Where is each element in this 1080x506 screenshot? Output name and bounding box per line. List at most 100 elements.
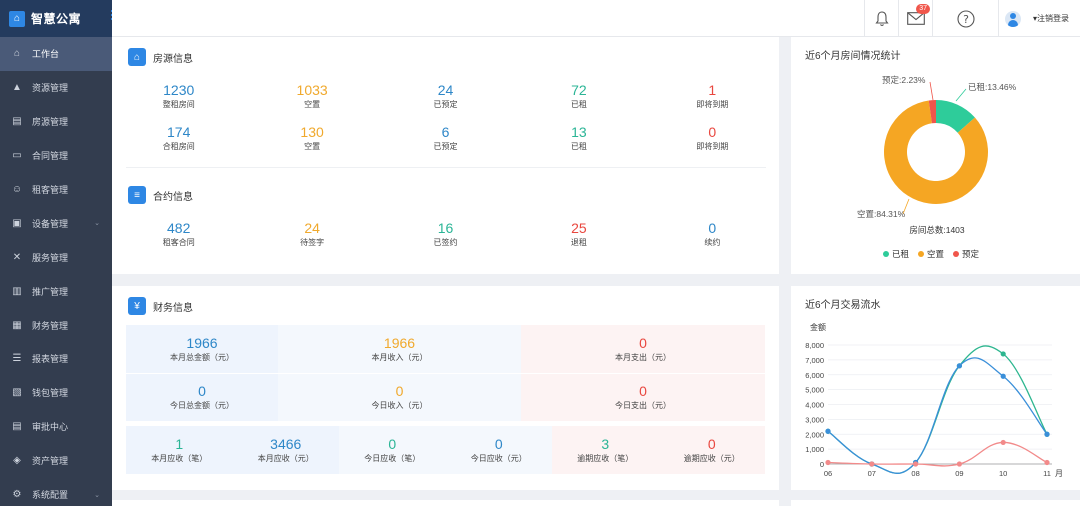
stat-value: 0 [494,436,503,452]
sidebar-item[interactable]: ▥ 推广管理 [0,274,112,308]
data-point[interactable] [1044,431,1050,437]
data-point[interactable] [1000,351,1006,357]
stat-value: 1033 [296,82,328,98]
y-tick-label: 4,000 [805,401,824,410]
sidebar-item[interactable]: ▤ 房源管理 [0,105,112,139]
stat-item[interactable]: 3466 本月应收（元） [233,436,340,465]
data-point[interactable] [869,461,875,467]
legend-marker [883,251,889,257]
stat-item[interactable]: 13 已租 [512,124,645,153]
stat-label: 逾期应收（元） [683,454,740,463]
stat-item[interactable]: 0 续约 [646,220,779,249]
sidebar-item[interactable]: ▲ 资源管理 [0,71,112,105]
sidebar-item[interactable]: ◈ 资产管理 [0,444,112,478]
housing-title: 房源信息 [153,53,193,65]
stat-value: 0 [708,124,717,140]
stat-item[interactable]: 1230 整租房间 [112,82,245,111]
sidebar-item[interactable]: ▣ 设备管理 ⌄ [0,206,112,240]
help-icon: ? [956,9,975,28]
home-outline-icon: ⌂ [13,48,21,60]
stat-item[interactable]: 0 逾期应收（元） [659,436,766,465]
receivables-row: 1 本月应收（笔） 3466 本月应收（元） 0 今日应收（笔） 0 今日应收（元） 3 逾期应收… [126,436,765,465]
stat-value: 24 [437,82,454,98]
housing-card: ⌂ 房源信息 1230 整租房间 1033 空置 24 已预定 72 已租 1 即将到期 174 合… [112,37,779,274]
finance-card: ¥ 财务信息 1966 本月总金额（元） 1966 本月收入（元） 0 本月支出… [112,286,779,490]
sidebar-item-label: 系统配置 [32,490,69,501]
chart-icon: ▥ [12,285,22,297]
legend-label[interactable]: 已租 [892,249,910,259]
brand[interactable]: ⌂ 智慧公寓 [0,0,112,37]
sidebar-item-label: 合同管理 [32,151,69,162]
housing-row-whole: 1230 整租房间 1033 空置 24 已预定 72 已租 1 即将到期 [112,82,779,111]
stat-label: 已租 [570,142,587,151]
data-point[interactable] [1044,459,1050,466]
chevron-down-icon: ⌄ [94,220,100,228]
stat-item[interactable]: 0 即将到期 [646,124,779,153]
stat-item[interactable]: 25 退租 [512,220,645,249]
data-point[interactable] [913,461,919,467]
stat-label: 续约 [704,238,721,247]
sidebar-item[interactable]: ▭ 合同管理 [0,139,112,173]
sidebar-item[interactable]: ⌂ 工作台 [0,37,112,71]
sidebar-item[interactable]: ☰ 报表管理 [0,342,112,376]
sidebar-item[interactable]: ▤ 审批中心 [0,410,112,444]
contract-section-title: ≡ 合约信息 [128,186,193,204]
next-card [791,500,1080,506]
stat-item[interactable]: 0 今日应收（元） [446,436,553,465]
legend-label[interactable]: 预定 [962,249,980,259]
stat-label: 待签字 [300,238,325,247]
pie-label-line [929,81,934,101]
sidebar-item[interactable]: ▧ 钱包管理 [0,376,112,410]
mail-button[interactable]: 37 [898,0,932,37]
sidebar-item[interactable]: ✕ 服务管理 [0,240,112,274]
stat-label: 今日应收（笔） [364,454,421,463]
legend-label[interactable]: 空置 [927,249,945,259]
pie-slice-label: 预定:2.23% [882,75,926,85]
finance-section-title: ¥ 财务信息 [128,297,193,315]
stat-item[interactable]: 72 已租 [512,82,645,111]
stat-label: 本月应收（笔） [151,454,208,463]
notifications-button[interactable] [864,0,898,37]
contract-row: 482 租客合同 24 待签字 16 已签约 25 退租 0 续约 [112,220,779,249]
data-point[interactable] [956,363,962,369]
stat-item[interactable]: 174 合租房间 [112,124,245,153]
data-point[interactable] [825,428,831,434]
home-icon: ⌂ [9,10,25,27]
data-point[interactable] [1000,439,1006,446]
stat-item[interactable]: 24 已预定 [379,82,512,111]
stat-item[interactable]: 24 待签字 [245,220,378,249]
stat-item[interactable]: 130 空置 [245,124,378,153]
stat-label: 租客合同 [162,238,195,247]
house-icon: ⌂ [128,48,146,66]
asset-icon: ◈ [13,455,21,467]
logout-link[interactable]: ▾注销登录 [1033,13,1069,24]
chevron-down-icon: ⌄ [94,491,100,499]
sidebar-item[interactable]: ☺ 租客管理 [0,173,112,207]
sidebar-item[interactable]: ⚙ 系统配置 ⌄ [0,478,112,506]
stat-item[interactable]: 0 今日应收（笔） [339,436,446,465]
sidebar-item-label: 报表管理 [32,354,69,365]
stat-item[interactable]: 1 本月应收（笔） [126,436,233,465]
data-point[interactable] [1000,373,1006,379]
stat-item[interactable]: 1 即将到期 [646,82,779,111]
data-point[interactable] [956,461,962,467]
month-income: 1966 本月收入（元） [371,335,428,362]
stat-item[interactable]: 3 逾期应收（笔） [552,436,659,465]
stat-item[interactable]: 1033 空置 [245,82,378,111]
stat-value: 72 [571,82,587,98]
user-menu[interactable]: ▾注销登录 [998,0,1080,37]
svg-text:?: ? [963,13,969,26]
building-icon: ▲ [12,82,22,94]
help-button[interactable]: ? [932,0,998,37]
sidebar-item[interactable]: ▦ 财务管理 [0,308,112,342]
stat-item[interactable]: 16 已签约 [379,220,512,249]
pie-label-line [955,88,967,102]
stat-value: 6 [441,124,450,140]
next-card [112,500,779,506]
data-point[interactable] [825,459,831,466]
stat-item[interactable]: 6 已预定 [379,124,512,153]
stat-value: 16 [437,220,454,236]
room-donut-chart: 已租:13.46% 空置:84.31% 预定:2.23% 房间总数:1403 已租 空置 预… [857,75,1017,259]
stat-item[interactable]: 482 租客合同 [112,220,245,249]
day-total: 0 今日总金额（元） [170,383,234,410]
